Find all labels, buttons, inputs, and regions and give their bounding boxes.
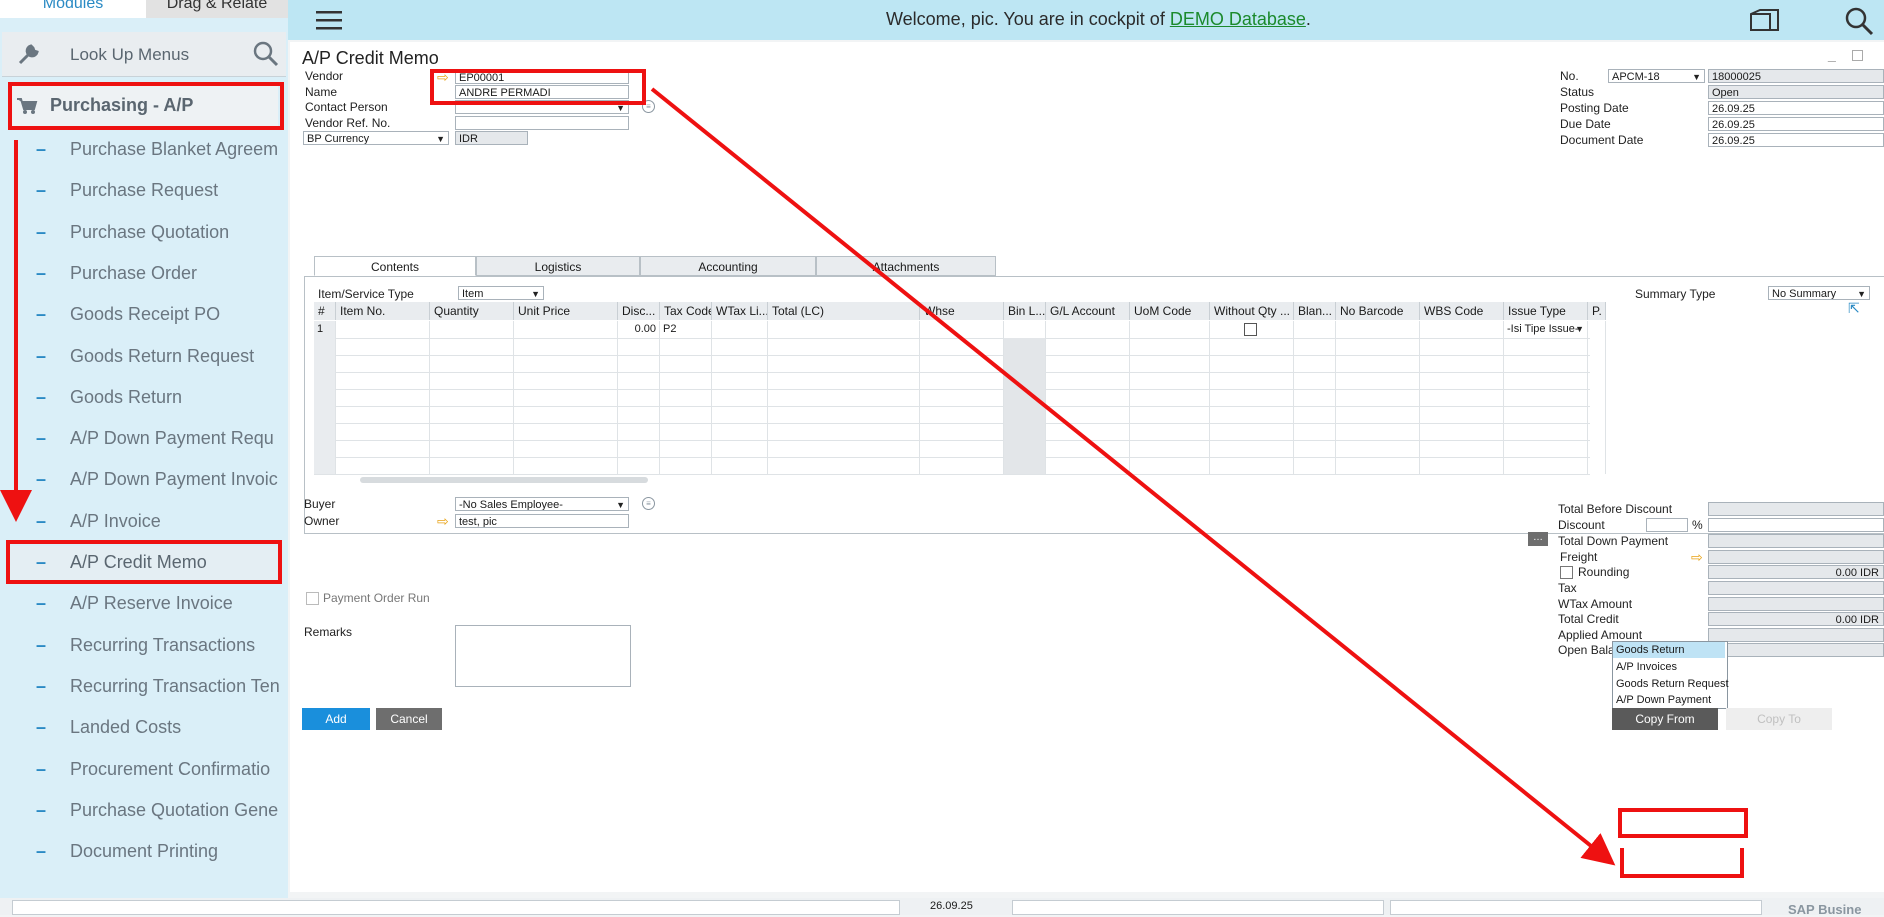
annotation-arrow-diagonal	[650, 87, 1616, 866]
annotation-arrows	[0, 87, 1616, 866]
